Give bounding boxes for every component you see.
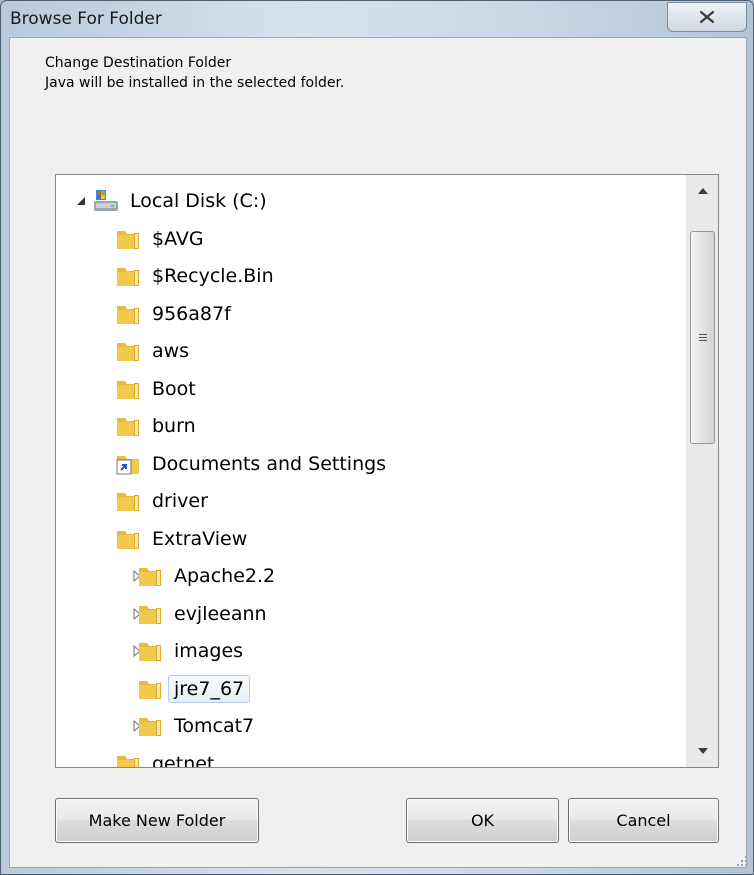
folder-icon (114, 525, 142, 553)
ok-button[interactable]: OK (406, 798, 559, 843)
tree-item-label: ExtraView (152, 527, 248, 550)
folder-icon (136, 675, 164, 703)
tree-item[interactable]: Documents and Settings (56, 446, 686, 482)
tree-item-label: Local Disk (C:) (130, 190, 267, 212)
folder-icon (114, 412, 142, 440)
folder-icon (114, 750, 142, 767)
folder-icon (136, 600, 164, 628)
tree-item[interactable]: $Recycle.Bin (56, 258, 686, 294)
tree-item[interactable]: ExtraView (56, 521, 686, 557)
tree-item[interactable]: Boot (56, 371, 686, 407)
folder-tree[interactable]: Local Disk (C:) $AVG $Recycle.Bin 956a87f aw… (55, 174, 719, 768)
tree-item[interactable]: Apache2.2 (56, 558, 686, 594)
tree-item[interactable]: burn (56, 408, 686, 444)
scroll-grip-icon (699, 334, 707, 341)
tree-item-label: images (174, 640, 244, 662)
close-icon (700, 11, 714, 23)
folder-icon (114, 225, 142, 253)
scroll-down-button[interactable] (687, 735, 718, 767)
tree-item[interactable]: jre7_67 (56, 671, 686, 707)
folder-icon (114, 300, 142, 328)
tree-item-label: burn (152, 415, 196, 437)
make-new-folder-button[interactable]: Make New Folder (55, 798, 259, 843)
folder-icon (114, 337, 142, 365)
folder-icon (136, 562, 164, 590)
tree-item-label: evjleeann (174, 602, 267, 625)
description-heading: Change Destination Folder (45, 55, 232, 71)
tree-item-label: Apache2.2 (174, 565, 276, 587)
tree-item-label: $Recycle.Bin (152, 265, 274, 287)
tree-item-label: Boot (152, 377, 196, 400)
tree-item-label: 956a87f (152, 302, 231, 325)
tree-item[interactable]: getnet (56, 746, 686, 768)
tree-item[interactable]: 956a87f (56, 296, 686, 332)
tree-item[interactable]: driver (56, 483, 686, 519)
drive-icon (92, 187, 120, 215)
tree-item[interactable]: images (56, 633, 686, 669)
tree-item[interactable]: aws (56, 333, 686, 369)
tree-item[interactable]: Tomcat7 (56, 708, 686, 744)
cancel-button[interactable]: Cancel (568, 798, 719, 843)
tree-item[interactable]: $AVG (56, 221, 686, 257)
tree-item-label: Documents and Settings (152, 452, 387, 475)
window-title: Browse For Folder (10, 9, 162, 29)
browse-for-folder-window: Browse For Folder Change Destination Fol… (0, 0, 754, 875)
scroll-up-button[interactable] (687, 175, 718, 207)
tree-item-label: aws (152, 340, 190, 362)
folder-tree-rows: Local Disk (C:) $AVG $Recycle.Bin 956a87f aw… (56, 175, 686, 767)
scroll-down-arrow-icon (697, 748, 708, 754)
tree-item-label: driver (152, 490, 208, 512)
tree-item[interactable]: evjleeann (56, 596, 686, 632)
vertical-scrollbar[interactable] (686, 175, 718, 767)
tree-item-label: Tomcat7 (174, 715, 255, 737)
folder-icon (114, 375, 142, 403)
title-bar[interactable]: Browse For Folder (1, 1, 753, 37)
tree-item-label-selected: jre7_67 (168, 674, 251, 703)
expanded-triangle-icon[interactable] (74, 194, 88, 208)
folder-icon (136, 712, 164, 740)
folder-icon (114, 262, 142, 290)
tree-item[interactable]: Local Disk (C:) (56, 183, 686, 219)
close-button[interactable] (667, 2, 747, 32)
folder-icon (136, 637, 164, 665)
tree-item-label: $AVG (152, 227, 204, 250)
scroll-up-arrow-icon (697, 188, 708, 194)
resize-grip-icon[interactable] (733, 852, 749, 868)
tree-item-label: getnet (152, 752, 215, 768)
description: Change Destination Folder Java will be i… (45, 53, 344, 93)
shortcut-icon (114, 450, 142, 478)
scroll-thumb[interactable] (690, 231, 715, 444)
folder-icon (114, 487, 142, 515)
description-text: Java will be installed in the selected f… (45, 75, 345, 91)
